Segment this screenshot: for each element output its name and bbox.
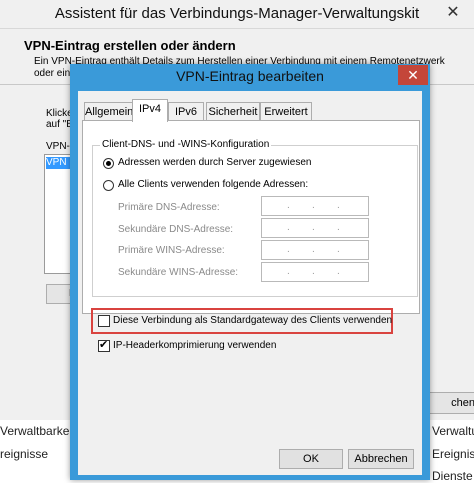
background-text-left-1: Verwaltbarkeit (0, 424, 76, 438)
ip-header-compression-label: IP-Headerkomprimierung verwenden (113, 340, 277, 351)
background-text-right-1: Verwaltu (432, 424, 474, 438)
cancel-button[interactable]: Abbrechen (348, 449, 414, 469)
ip-dot: . (337, 222, 340, 233)
primary-dns-label: Primäre DNS-Adresse: (118, 202, 220, 213)
radio-server-assigned-label: Adressen werden durch Server zugewiesen (118, 157, 312, 168)
ip-dot: . (287, 200, 290, 211)
secondary-dns-label: Sekundäre DNS-Adresse: (118, 224, 234, 235)
tab-allgemein[interactable]: Allgemein (84, 102, 134, 121)
primary-dns-input[interactable]: ... (261, 196, 369, 216)
ip-dot: . (312, 222, 315, 233)
ip-dot: . (287, 266, 290, 277)
ip-dot: . (337, 200, 340, 211)
wizard-list-label: VPN- (46, 141, 70, 152)
primary-wins-label: Primäre WINS-Adresse: (118, 245, 225, 256)
secondary-wins-label: Sekundäre WINS-Adresse: (118, 267, 239, 278)
tab-sicherheit[interactable]: Sicherheit (206, 102, 260, 121)
tab-ipv6[interactable]: IPv6 (168, 102, 204, 121)
ip-dot: . (337, 244, 340, 255)
radio-selected-dot (106, 161, 111, 166)
ip-dot: . (337, 266, 340, 277)
dialog-title: VPN-Eintrag bearbeiten (176, 68, 324, 84)
ip-dot: . (312, 244, 315, 255)
wizard-heading: VPN-Eintrag erstellen oder ändern (24, 38, 236, 53)
tab-ipv4[interactable]: IPv4 (132, 99, 168, 122)
ip-dot: . (287, 222, 290, 233)
wizard-close-icon[interactable]: ✕ (436, 2, 470, 24)
background-text-left-2: reignisse (0, 447, 49, 461)
primary-wins-input[interactable]: ... (261, 240, 369, 260)
tab-erweitert[interactable]: Erweitert (260, 102, 312, 121)
ip-dot: . (312, 200, 315, 211)
radio-all-clients[interactable] (103, 180, 114, 191)
dialog-close-icon[interactable]: ✕ (398, 65, 428, 85)
ip-dot: . (312, 266, 315, 277)
checkmark-icon: ✔ (99, 339, 109, 351)
radio-all-clients-label: Alle Clients verwenden folgende Adressen… (118, 179, 309, 190)
ok-button[interactable]: OK (279, 449, 343, 469)
background-text-right-2: Ereignis (432, 447, 474, 461)
dns-wins-group-label: Client-DNS- und -WINS-Konfiguration (100, 139, 272, 150)
default-gateway-checkbox[interactable] (98, 315, 110, 327)
ip-header-compression-checkbox[interactable]: ✔ (98, 339, 110, 352)
wizard-title: Assistent für das Verbindungs-Manager-Ve… (54, 5, 420, 22)
secondary-wins-input[interactable]: ... (261, 262, 369, 282)
ip-dot: . (287, 244, 290, 255)
wizard-instruction-fragment-2: auf "B (46, 119, 73, 130)
default-gateway-label: Diese Verbindung als Standardgateway des… (113, 315, 393, 326)
wizard-instruction-fragment: Klicke (46, 108, 73, 119)
secondary-dns-input[interactable]: ... (261, 218, 369, 238)
radio-server-assigned[interactable] (103, 158, 114, 169)
